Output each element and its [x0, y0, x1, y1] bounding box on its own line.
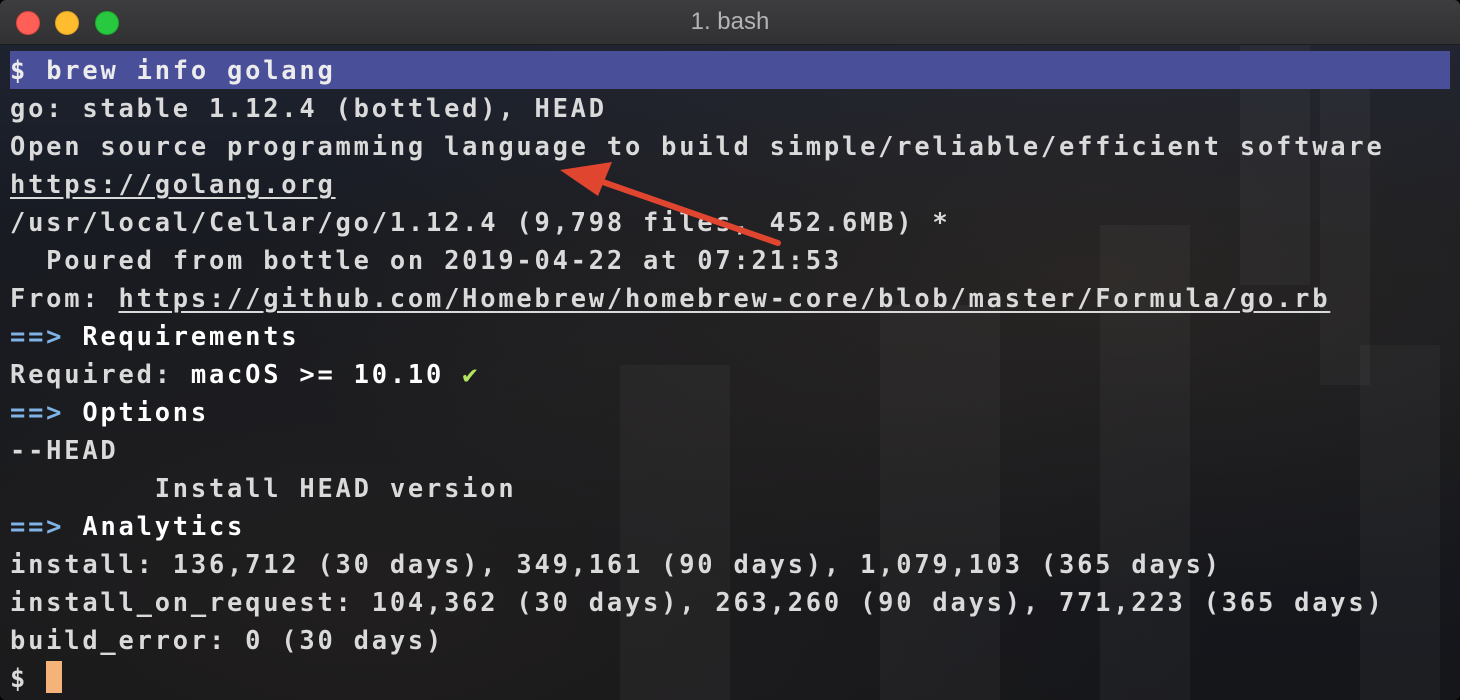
section-analytics: ==> Analytics: [10, 507, 245, 545]
command-text: brew info golang: [46, 55, 336, 85]
checkmark-icon: ✔: [462, 359, 481, 389]
prompt-line[interactable]: $: [10, 659, 63, 697]
prompt-symbol: $: [10, 55, 29, 85]
section-arrow-icon: ==>: [10, 397, 65, 427]
section-arrow-icon: ==>: [10, 321, 65, 351]
option-description-line: Install HEAD version: [10, 473, 517, 503]
required-value: macOS >= 10.10: [190, 359, 445, 389]
homepage-link[interactable]: https://golang.org: [10, 169, 336, 199]
section-arrow-icon: ==>: [10, 511, 65, 541]
option-flag-line: --HEAD: [10, 435, 119, 465]
install-stats-line: install: 136,712 (30 days), 349,161 (90 …: [10, 549, 1222, 579]
section-heading: Requirements: [82, 321, 300, 351]
section-options: ==> Options: [10, 393, 209, 431]
terminal-pane[interactable]: $ brew info golang go: stable 1.12.4 (bo…: [0, 45, 1460, 700]
background-building: [880, 305, 1000, 700]
poured-line: Poured from bottle on 2019-04-22 at 07:2…: [10, 245, 842, 275]
terminal-window: 1. bash $ brew info golang go: stable 1.…: [0, 0, 1460, 700]
window-title: 1. bash: [690, 8, 770, 35]
command-line: $ brew info golang: [10, 51, 336, 89]
homepage-line: https://golang.org: [10, 165, 336, 203]
section-heading: Analytics: [82, 511, 246, 541]
background-building: [620, 365, 730, 700]
section-requirements: ==> Requirements: [10, 317, 299, 355]
cellar-line: /usr/local/Cellar/go/1.12.4 (9,798 files…: [10, 207, 951, 237]
final-prompt: $: [10, 663, 47, 693]
required-label: Required:: [10, 359, 191, 389]
title-bar: 1. bash: [0, 0, 1460, 45]
required-line: Required: macOS >= 10.10 ✔: [10, 355, 480, 393]
install-on-request-stats-line: install_on_request: 104,362 (30 days), 2…: [10, 587, 1385, 617]
description-line: Open source programming language to buil…: [10, 131, 1385, 161]
output-line: go: stable 1.12.4 (bottled), HEAD: [10, 93, 607, 123]
from-line: From: https://github.com/Homebrew/homebr…: [10, 279, 1330, 317]
from-label: From:: [10, 283, 119, 313]
background-building: [1360, 345, 1440, 700]
section-heading: Options: [82, 397, 209, 427]
formula-link[interactable]: https://github.com/Homebrew/homebrew-cor…: [119, 283, 1331, 313]
text-cursor: [46, 661, 63, 693]
build-error-stats-line: build_error: 0 (30 days): [10, 625, 445, 655]
